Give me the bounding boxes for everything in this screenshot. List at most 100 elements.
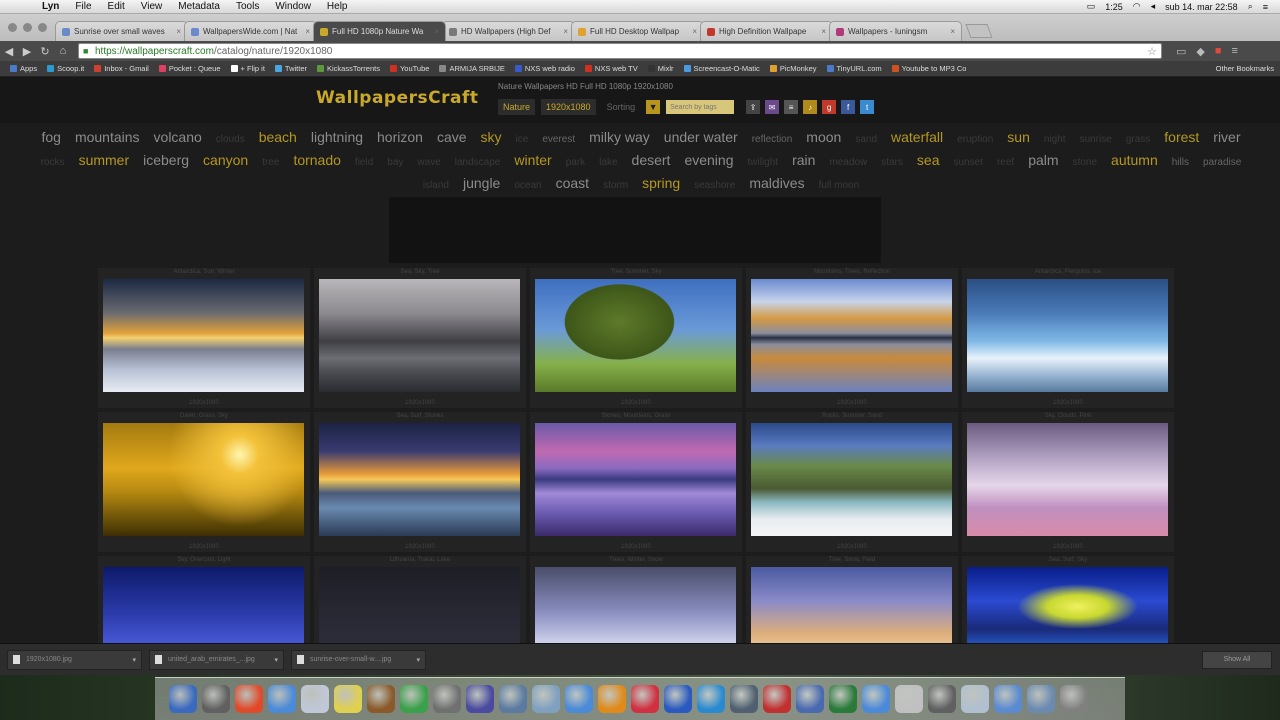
volume-icon[interactable]: ◂ <box>1151 1 1156 12</box>
wallpaper-card[interactable]: Stones, Mountains, Grass 1920x1080 <box>530 412 742 552</box>
bookmark-item[interactable]: + Flip it <box>230 64 265 73</box>
tag-link[interactable]: milky way <box>589 127 650 147</box>
tag-link[interactable]: forest <box>1164 127 1199 147</box>
bookmark-item[interactable]: TinyURL.com <box>826 64 882 73</box>
dock-app-icon[interactable] <box>367 685 395 713</box>
wallpaper-card[interactable]: Sky, Clouds, Pink 1920x1080 <box>962 412 1174 552</box>
forward-icon[interactable]: ▶ <box>18 45 36 58</box>
bookmark-item[interactable]: ARMIJA SRBIJE <box>439 64 505 73</box>
tag-link[interactable]: autumn <box>1111 150 1158 170</box>
tag-link[interactable]: seashore <box>694 176 735 196</box>
twitter-icon[interactable]: t <box>860 100 875 114</box>
tag-link[interactable]: clouds <box>216 130 245 150</box>
dock-app-icon[interactable] <box>565 685 593 713</box>
tag-link[interactable]: cave <box>437 127 467 147</box>
home-icon[interactable]: ⌂ <box>54 45 72 57</box>
bookmark-item[interactable]: Scoop.it <box>47 64 84 73</box>
dock-app-icon[interactable] <box>268 685 296 713</box>
wallpaper-thumbnail[interactable] <box>535 279 736 392</box>
tag-link[interactable]: ocean <box>514 176 541 196</box>
tag-link[interactable]: evening <box>684 150 733 170</box>
download-menu-icon[interactable]: ▾ <box>274 656 278 664</box>
tag-link[interactable]: moon <box>806 127 841 147</box>
wallpaper-tags[interactable]: Rocks, Summer, Sand <box>746 413 958 419</box>
wallpaper-tags[interactable]: Sky, Overcast, Light <box>98 557 310 563</box>
tag-link[interactable]: winter <box>514 150 551 170</box>
filter-icon[interactable]: ▼ <box>646 100 661 114</box>
wallpaper-tags[interactable]: Sea, Surf, Stones <box>314 413 526 419</box>
dock-app-icon[interactable] <box>169 685 197 713</box>
close-tab-icon[interactable]: × <box>692 27 697 36</box>
tag-link[interactable]: stone <box>1073 153 1097 173</box>
wallpaper-card[interactable]: Tree, Snow, Field1920x1080 <box>746 556 958 643</box>
dock-app-icon[interactable] <box>961 685 989 713</box>
wallpaper-tags[interactable]: Mountains, Trees, Reflection <box>746 269 958 275</box>
bookmark-item[interactable]: Youtube to MP3 Co <box>891 64 966 73</box>
tag-link[interactable]: coast <box>556 173 589 193</box>
tag-link[interactable]: lightning <box>311 127 363 147</box>
download-item[interactable]: 1920x1080.jpg ▾ <box>7 649 142 670</box>
category-link[interactable]: Nature <box>498 99 536 115</box>
wallpaper-resolution[interactable]: 1920x1080 <box>530 400 742 406</box>
tag-link[interactable]: river <box>1213 127 1240 147</box>
lastpass-icon[interactable]: ■ <box>1215 45 1222 58</box>
tag-link[interactable]: hills <box>1172 153 1189 173</box>
wallpaper-thumbnail[interactable] <box>319 423 520 536</box>
bookmark-item[interactable]: NXS web radio <box>514 64 575 73</box>
site-logo[interactable]: WallpapersCraft <box>316 88 478 108</box>
bookmark-item[interactable]: NXS web TV <box>584 64 638 73</box>
minimize-window-icon[interactable] <box>23 23 32 32</box>
upload-icon[interactable]: ⇪ <box>746 100 761 114</box>
tag-link[interactable]: palm <box>1028 150 1058 170</box>
wallpaper-resolution[interactable]: 1920x1080 <box>746 544 958 550</box>
tag-link[interactable]: night <box>1044 130 1066 150</box>
dock-app-icon[interactable] <box>202 685 230 713</box>
dock-app-icon[interactable] <box>631 685 659 713</box>
wallpaper-tags[interactable]: Sky, Clouds, Pink <box>962 413 1174 419</box>
bookmark-item[interactable]: Mixlr <box>647 64 674 73</box>
wallpaper-thumbnail[interactable] <box>535 423 736 536</box>
wallpaper-card[interactable]: Lithuania, Trakai, Lake1920x1080 <box>314 556 526 643</box>
wallpaper-card[interactable]: Trees, Winter, Snow1920x1080 <box>530 556 742 643</box>
bookmark-star-icon[interactable]: ☆ <box>1147 45 1157 58</box>
spotlight-icon[interactable]: ⌕ <box>1248 1 1253 12</box>
wallpaper-thumbnail[interactable] <box>103 279 304 392</box>
tag-link[interactable]: summer <box>79 150 130 170</box>
tag-link[interactable]: landscape <box>455 153 501 173</box>
tag-link[interactable]: desert <box>632 150 671 170</box>
dock-app-icon[interactable] <box>334 685 362 713</box>
dock-app-icon[interactable] <box>598 685 626 713</box>
bookmark-item[interactable]: YouTube <box>389 64 429 73</box>
tag-link[interactable]: stars <box>881 153 903 173</box>
tag-link[interactable]: eruption <box>957 130 993 150</box>
clock[interactable]: sub 14. mar 22:58 <box>1165 2 1238 12</box>
wallpaper-card[interactable]: Sky, Overcast, Light1920x1080 <box>98 556 310 643</box>
tag-link[interactable]: waterfall <box>891 127 943 147</box>
tag-link[interactable]: sunrise <box>1080 130 1112 150</box>
wallpaper-card[interactable]: Tree, Summer, Sky 1920x1080 <box>530 268 742 408</box>
tag-link[interactable]: lake <box>599 153 617 173</box>
tag-link[interactable]: canyon <box>203 150 248 170</box>
wallpaper-card[interactable]: Antarctica, Penguins, Ice 1920x1080 <box>962 268 1174 408</box>
bell-icon[interactable]: ♪ <box>803 100 818 114</box>
tag-link[interactable]: bay <box>387 153 403 173</box>
wallpaper-card[interactable]: Sea, Surf, Stones 1920x1080 <box>314 412 526 552</box>
dock-app-icon[interactable] <box>499 685 527 713</box>
close-tab-icon[interactable]: × <box>563 27 568 36</box>
tag-link[interactable]: beach <box>259 127 297 147</box>
bookmark-item[interactable]: Apps <box>10 64 37 73</box>
tag-link[interactable]: field <box>355 153 373 173</box>
tag-link[interactable]: meadow <box>829 153 867 173</box>
dock-app-icon[interactable] <box>895 685 923 713</box>
tag-link[interactable]: tornado <box>293 150 340 170</box>
wallpaper-thumbnail[interactable] <box>751 567 952 643</box>
cast-icon[interactable]: ▭ <box>1176 45 1186 58</box>
browser-tab[interactable]: Wallpapers - Iuningsm × <box>829 21 962 41</box>
wallpaper-tags[interactable]: Antarctica, Penguins, Ice <box>962 269 1174 275</box>
wallpaper-resolution[interactable]: 1920x1080 <box>962 400 1174 406</box>
wifi-icon[interactable]: ◠ <box>1133 1 1141 12</box>
dock-app-icon[interactable] <box>400 685 428 713</box>
dock-app-icon[interactable] <box>829 685 857 713</box>
extension-icon[interactable]: ◆ <box>1196 45 1204 58</box>
dock-app-icon[interactable] <box>433 685 461 713</box>
